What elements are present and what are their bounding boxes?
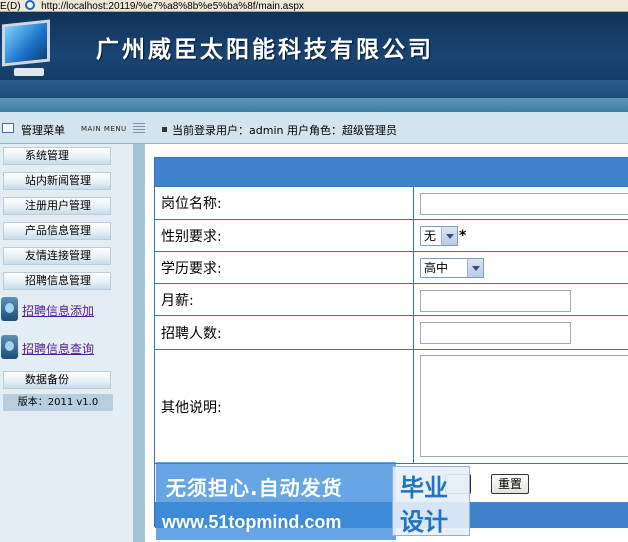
sidebar-item-links[interactable]: 友情连接管理 [3,247,111,265]
info-bar: 管理菜单 MAIN MENU 当前登录用户：admin 用户角色：超级管理员 [0,112,628,144]
menu-fragment: E(D) [0,1,21,12]
required-mark: * [459,228,467,244]
document-icon [1,297,18,321]
notes-textarea[interactable] [420,355,628,457]
sidebar-subitem-add-job[interactable]: 招聘信息添加 [0,294,130,324]
position-label: 岗位名称: [155,187,414,219]
watermark-badge-top: 毕业 [400,474,448,502]
document-icon [1,335,18,359]
row-headcount: 招聘人数: [155,315,628,349]
education-select-value: 高中 [424,261,449,275]
education-label: 学历要求: [155,252,414,283]
add-job-link[interactable]: 招聘信息添加 [22,302,94,319]
sidebar-item-products[interactable]: 产品信息管理 [3,222,111,240]
monitor-icon [0,18,56,76]
query-job-link[interactable]: 招聘信息查询 [22,340,94,357]
banner-stripe [0,80,628,98]
row-gender: 性别要求: 无 * [155,219,628,251]
menu-title: 管理菜单 [21,124,65,137]
version-label: 版本：2011 v1.0 [3,394,113,411]
company-name: 广州威臣太阳能科技有限公司 [96,36,434,63]
gender-select[interactable]: 无 [420,226,458,246]
sidebar-item-system[interactable]: 系统管理 [3,147,111,165]
sidebar-item-recruitment[interactable]: 招聘信息管理 [3,272,111,290]
education-select[interactable]: 高中 [420,258,484,278]
bullet-icon [162,127,167,132]
sidebar-subitem-query-job[interactable]: 招聘信息查询 [0,332,130,362]
chevron-down-icon [441,227,457,245]
watermark: 无须担心.自动发货 www.51topmind.com 毕业 设计 [156,462,470,540]
salary-input[interactable] [420,290,571,312]
sidebar-item-users[interactable]: 注册用户管理 [3,197,111,215]
menu-title-en: MAIN MENU [81,125,127,133]
menu-toggle-icon[interactable] [133,123,145,134]
reset-button[interactable]: 重置 [491,474,529,494]
notes-label: 其他说明: [155,350,414,463]
position-input[interactable] [420,193,628,215]
sidebar-item-news[interactable]: 站内新闻管理 [3,172,111,190]
watermark-slogan: 无须担心.自动发货 [166,476,343,500]
chevron-down-icon [467,259,483,277]
ie-icon [25,0,36,10]
row-salary: 月薪: [155,283,628,315]
row-position: 岗位名称: [155,186,628,219]
row-notes: 其他说明: [155,349,628,463]
menu-icon [2,123,14,133]
headcount-input[interactable] [420,322,571,344]
header-banner: 广州威臣太阳能科技有限公司 [0,12,628,112]
form-header [155,158,628,186]
salary-label: 月薪: [155,284,414,315]
sidebar-item-backup[interactable]: 数据备份 [3,371,111,389]
sidebar-divider [133,144,145,542]
headcount-label: 招聘人数: [155,316,414,349]
watermark-badge-bottom: 设计 [400,508,448,536]
gender-select-value: 无 [424,229,437,243]
sidebar: 系统管理 站内新闻管理 注册用户管理 产品信息管理 友情连接管理 招聘信息管理 … [0,144,133,542]
row-education: 学历要求: 高中 [155,251,628,283]
address-bar[interactable]: E(D) http://localhost:20119/%e7%a8%8b%e5… [0,0,628,12]
banner-bottom-band [0,98,628,112]
current-user-info: 当前登录用户：admin 用户角色：超级管理员 [172,124,397,137]
watermark-url: www.51topmind.com [162,512,342,532]
url-text[interactable]: http://localhost:20119/%e7%a8%8b%e5%ba%8… [41,1,304,11]
gender-label: 性别要求: [155,220,414,251]
